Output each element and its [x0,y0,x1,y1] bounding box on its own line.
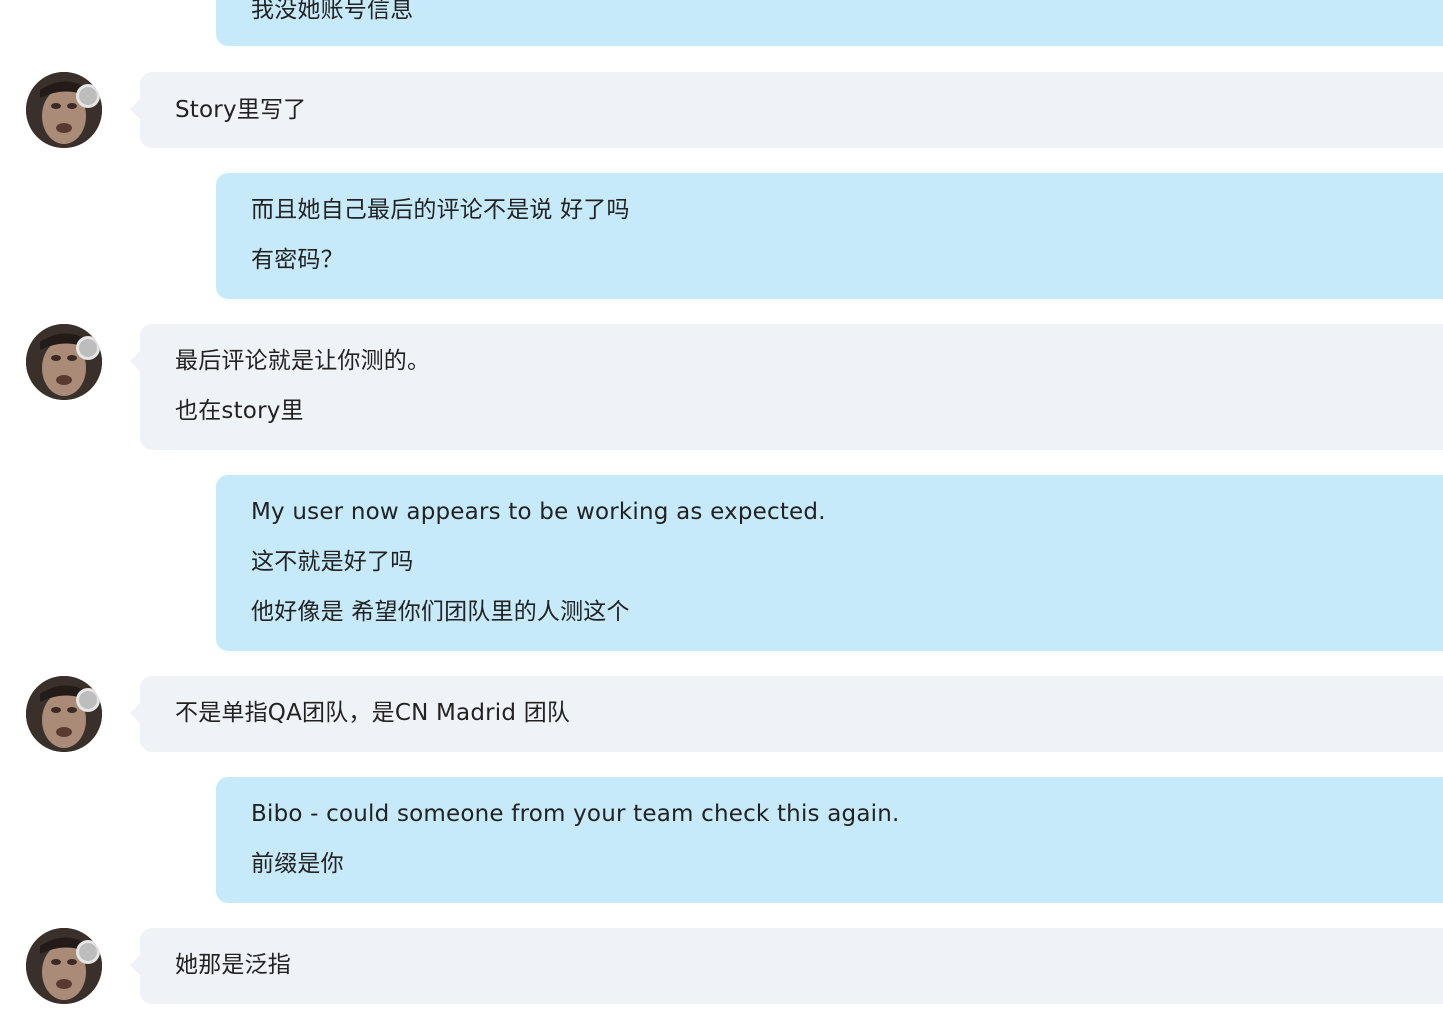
message-bubble-incoming[interactable]: 最后评论就是让你测的。 也在story里 [130,324,1443,450]
contact-avatar[interactable] [26,324,102,400]
message-bubble-incoming[interactable]: 她那是泛指 [130,928,1443,1004]
message-bubble-incoming[interactable]: Story里写了 [130,72,1443,148]
avatar-image [26,676,102,752]
contact-avatar[interactable] [26,928,102,1004]
chat-message-list: 我没她账号信息 Story里写了 而且她自己最后的评论不是说 好了吗 有密码？ [0,0,1443,1016]
message-text: 而且她自己最后的评论不是说 好了吗 [251,197,630,223]
message-text: 也在story里 [175,398,304,424]
contact-avatar[interactable] [26,72,102,148]
message-bubble-incoming[interactable]: 不是单指QA团队，是CN Madrid 团队 [130,676,1443,752]
avatar-image [26,324,102,400]
message-text: 我没她账号信息 [251,0,414,23]
message-text: My user now appears to be working as exp… [251,499,826,525]
message-bubble-outgoing[interactable]: 而且她自己最后的评论不是说 好了吗 有密码？ [216,173,1443,299]
message-text: 最后评论就是让你测的。 [175,348,431,374]
avatar-image [26,928,102,1004]
message-text: Story里写了 [175,97,307,123]
message-bubble-outgoing[interactable]: My user now appears to be working as exp… [216,475,1443,651]
message-text: 有密码？ [251,247,344,273]
message-text: 这不就是好了吗 [251,549,414,575]
message-text: 她那是泛指 [175,952,291,978]
message-bubble-outgoing[interactable]: 我没她账号信息 [216,0,1443,46]
message-text: 前缀是你 [251,851,344,877]
avatar-image [26,72,102,148]
message-text: 不是单指QA团队，是CN Madrid 团队 [175,700,571,726]
message-text: 他好像是 希望你们团队里的人测这个 [251,599,630,625]
contact-avatar[interactable] [26,676,102,752]
message-bubble-outgoing[interactable]: Bibo - could someone from your team chec… [216,777,1443,903]
message-text: Bibo - could someone from your team chec… [251,801,900,827]
